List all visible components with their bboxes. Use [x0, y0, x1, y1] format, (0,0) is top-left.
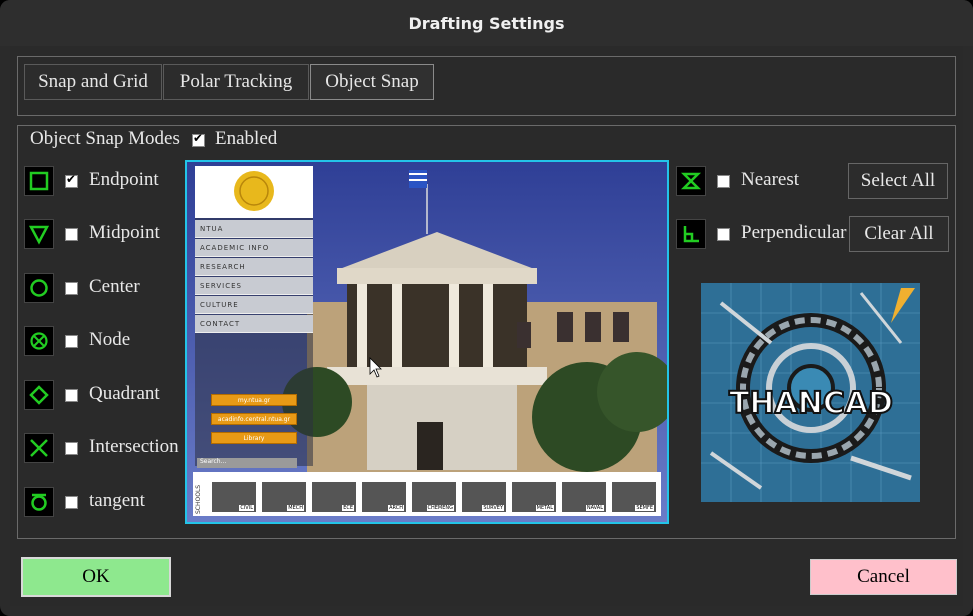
site-school-thumb: METAL: [511, 481, 557, 513]
title-bar[interactable]: Drafting Settings: [0, 0, 973, 46]
site-school-label: NAVAL: [585, 505, 604, 511]
site-menu-item: NTUA: [195, 220, 313, 238]
site-menu-item: SERVICES: [195, 277, 313, 295]
site-school-thumb: NAVAL: [561, 481, 607, 513]
building-photo: [187, 162, 667, 522]
tab-object-snap[interactable]: Object Snap: [310, 64, 434, 100]
endpoint-label: Endpoint: [89, 169, 159, 190]
site-school-thumb: SURVEY: [461, 481, 507, 513]
tangent-circle-icon: [24, 487, 54, 517]
enabled-checkbox[interactable]: [192, 131, 205, 147]
center-label: Center: [89, 276, 140, 297]
site-school-label: ECE: [342, 505, 354, 511]
site-menu-item: ACADEMIC INFO: [195, 239, 313, 257]
tab-polar-tracking[interactable]: Polar Tracking: [163, 64, 309, 100]
site-school-label: CIVIL: [239, 505, 254, 511]
window-title: Drafting Settings: [408, 13, 565, 33]
nearest-hourglass-icon: [676, 166, 706, 196]
select-all-button[interactable]: Select All: [848, 163, 948, 199]
site-school-thumb: CHEMENG: [411, 481, 457, 513]
center-checkbox[interactable]: [65, 282, 78, 295]
tangent-label: tangent: [89, 490, 145, 511]
site-school-label: CHEMENG: [426, 505, 454, 511]
perpendicular-label: Perpendicular: [741, 222, 847, 243]
intersection-x-icon: [24, 433, 54, 463]
endpoint-checkbox[interactable]: [65, 172, 78, 188]
site-link: Library: [211, 432, 297, 444]
quadrant-label: Quadrant: [89, 383, 160, 404]
nearest-label: Nearest: [741, 169, 800, 190]
midpoint-triangle-icon: [24, 219, 54, 249]
tab-snap-and-grid[interactable]: Snap and Grid: [24, 64, 162, 100]
enabled-label: Enabled: [215, 128, 278, 149]
site-school-label: ARCH: [388, 505, 404, 511]
ok-button[interactable]: OK: [21, 557, 171, 597]
site-menu-item: RESEARCH: [195, 258, 313, 276]
dialog-body: Snap and Grid Polar Tracking Object Snap…: [10, 46, 963, 606]
quadrant-diamond-icon: [24, 380, 54, 410]
site-school-thumb: SEMFE: [611, 481, 657, 513]
site-school-label: SURVEY: [482, 505, 504, 511]
nearest-checkbox[interactable]: [717, 175, 730, 188]
cancel-button[interactable]: Cancel: [810, 559, 957, 595]
endpoint-square-icon: [24, 166, 54, 196]
site-school-thumb: CIVIL: [211, 481, 257, 513]
site-school-label: MECH: [287, 505, 304, 511]
site-school-thumb: MECH: [261, 481, 307, 513]
preview-image: NTUA ACADEMIC INFO RESEARCH SERVICES CUL…: [185, 160, 669, 524]
node-label: Node: [89, 329, 131, 350]
site-search-input: Search...: [197, 458, 297, 468]
quadrant-checkbox[interactable]: [65, 389, 78, 402]
site-link: acadinfo.central.ntua.gr: [211, 413, 297, 425]
site-school-thumb: ARCH: [361, 481, 407, 513]
object-snap-modes-label: Object Snap Modes: [30, 128, 180, 149]
clear-all-button[interactable]: Clear All: [849, 216, 949, 252]
perpendicular-checkbox[interactable]: [717, 228, 730, 241]
site-school-label: METAL: [535, 505, 554, 511]
tangent-checkbox[interactable]: [65, 496, 78, 509]
midpoint-checkbox[interactable]: [65, 228, 78, 241]
site-menu-item: CULTURE: [195, 296, 313, 314]
thancad-logo-text: THANCAD: [729, 386, 893, 421]
thancad-logo: THANCAD: [701, 283, 920, 502]
site-schools-label: SCHOOLS: [195, 484, 202, 514]
midpoint-label: Midpoint: [89, 222, 160, 243]
site-school-label: SEMFE: [635, 505, 654, 511]
site-school-thumb: ECE: [311, 481, 357, 513]
perpendicular-icon: [676, 219, 706, 249]
site-link: my.ntua.gr: [211, 394, 297, 406]
intersection-checkbox[interactable]: [65, 442, 78, 455]
intersection-label: Intersection: [89, 436, 179, 457]
node-checkbox[interactable]: [65, 335, 78, 348]
center-circle-icon: [24, 273, 54, 303]
drafting-settings-window: Drafting Settings Snap and Grid Polar Tr…: [0, 0, 973, 616]
site-menu-item: CONTACT: [195, 315, 313, 333]
node-circle-x-icon: [24, 326, 54, 356]
